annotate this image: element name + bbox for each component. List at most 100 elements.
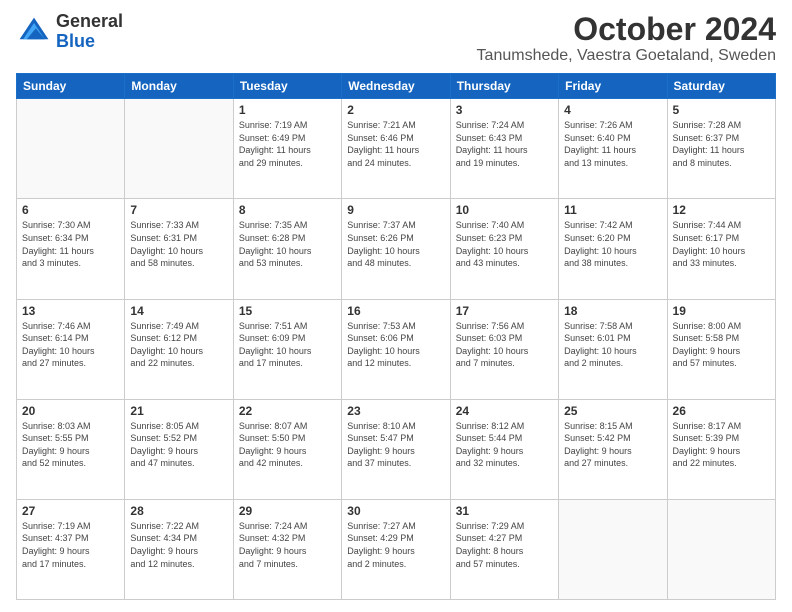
calendar-day-cell: 9Sunrise: 7:37 AM Sunset: 6:26 PM Daylig…: [342, 199, 450, 299]
calendar-week-row: 13 Sunrise: 7:46 AM Sunset: 6:14 PM Dayli…: [17, 299, 776, 399]
day-number: 24: [456, 404, 553, 418]
calendar-day-cell: 28 Sunrise: 7:22 AM Sunset: 4:34 PM Dayli…: [125, 499, 233, 599]
day-detail: Sunrise: 8:10 AM Sunset: 5:47 PM Dayligh…: [347, 420, 444, 470]
day-number: 17: [456, 304, 553, 318]
calendar-day-cell: 20 Sunrise: 8:03 AM Sunset: 5:55 PM Dayli…: [17, 399, 125, 499]
day-number: 6: [22, 203, 119, 217]
day-number: 15: [239, 304, 336, 318]
day-number: 19: [673, 304, 770, 318]
day-number: 31: [456, 504, 553, 518]
day-number: 28: [130, 504, 227, 518]
calendar-day-cell: 16 Sunrise: 7:53 AM Sunset: 6:06 PM Dayli…: [342, 299, 450, 399]
header: General Blue October 2024 Tanumshede, Va…: [16, 12, 776, 65]
day-number: 20: [22, 404, 119, 418]
calendar-day-cell: 17 Sunrise: 7:56 AM Sunset: 6:03 PM Dayli…: [450, 299, 558, 399]
day-detail: Sunrise: 7:40 AM Sunset: 6:23 PM Dayligh…: [456, 219, 553, 269]
day-detail: Sunrise: 8:17 AM Sunset: 5:39 PM Dayligh…: [673, 420, 770, 470]
day-detail: Sunrise: 8:07 AM Sunset: 5:50 PM Dayligh…: [239, 420, 336, 470]
day-detail: Sunrise: 8:05 AM Sunset: 5:52 PM Dayligh…: [130, 420, 227, 470]
calendar-weekday-header: Saturday: [667, 74, 775, 99]
calendar-day-cell: 26 Sunrise: 8:17 AM Sunset: 5:39 PM Dayli…: [667, 399, 775, 499]
day-number: 5: [673, 103, 770, 117]
calendar-day-cell: [667, 499, 775, 599]
calendar-week-row: 20 Sunrise: 8:03 AM Sunset: 5:55 PM Dayli…: [17, 399, 776, 499]
day-detail: Sunrise: 7:29 AM Sunset: 4:27 PM Dayligh…: [456, 520, 553, 570]
day-number: 4: [564, 103, 661, 117]
day-number: 18: [564, 304, 661, 318]
day-detail: Sunrise: 8:15 AM Sunset: 5:42 PM Dayligh…: [564, 420, 661, 470]
day-detail: Sunrise: 7:44 AM Sunset: 6:17 PM Dayligh…: [673, 219, 770, 269]
day-detail: Sunrise: 7:19 AM Sunset: 4:37 PM Dayligh…: [22, 520, 119, 570]
calendar-day-cell: 10 Sunrise: 7:40 AM Sunset: 6:23 PM Dayli…: [450, 199, 558, 299]
calendar-day-cell: 21 Sunrise: 8:05 AM Sunset: 5:52 PM Dayli…: [125, 399, 233, 499]
day-detail: Sunrise: 7:53 AM Sunset: 6:06 PM Dayligh…: [347, 320, 444, 370]
day-detail: Sunrise: 7:24 AM Sunset: 6:43 PM Dayligh…: [456, 119, 553, 169]
calendar-day-cell: 24 Sunrise: 8:12 AM Sunset: 5:44 PM Dayli…: [450, 399, 558, 499]
day-detail: Sunrise: 7:33 AM Sunset: 6:31 PM Dayligh…: [130, 219, 227, 269]
subtitle: Tanumshede, Vaestra Goetaland, Sweden: [477, 47, 776, 65]
calendar-day-cell: 8Sunrise: 7:35 AM Sunset: 6:28 PM Daylig…: [233, 199, 341, 299]
day-number: 3: [456, 103, 553, 117]
calendar-day-cell: [17, 99, 125, 199]
day-detail: Sunrise: 8:12 AM Sunset: 5:44 PM Dayligh…: [456, 420, 553, 470]
day-number: 21: [130, 404, 227, 418]
day-detail: Sunrise: 7:49 AM Sunset: 6:12 PM Dayligh…: [130, 320, 227, 370]
calendar-day-cell: 25 Sunrise: 8:15 AM Sunset: 5:42 PM Dayli…: [559, 399, 667, 499]
day-detail: Sunrise: 7:27 AM Sunset: 4:29 PM Dayligh…: [347, 520, 444, 570]
day-number: 2: [347, 103, 444, 117]
day-detail: Sunrise: 7:19 AM Sunset: 6:49 PM Dayligh…: [239, 119, 336, 169]
day-number: 1: [239, 103, 336, 117]
day-detail: Sunrise: 8:00 AM Sunset: 5:58 PM Dayligh…: [673, 320, 770, 370]
calendar-day-cell: 23 Sunrise: 8:10 AM Sunset: 5:47 PM Dayli…: [342, 399, 450, 499]
day-detail: Sunrise: 7:30 AM Sunset: 6:34 PM Dayligh…: [22, 219, 119, 269]
day-number: 10: [456, 203, 553, 217]
day-detail: Sunrise: 7:21 AM Sunset: 6:46 PM Dayligh…: [347, 119, 444, 169]
calendar-day-cell: 29Sunrise: 7:24 AM Sunset: 4:32 PM Dayli…: [233, 499, 341, 599]
calendar-weekday-header: Wednesday: [342, 74, 450, 99]
calendar-weekday-header: Tuesday: [233, 74, 341, 99]
calendar-day-cell: 6 Sunrise: 7:30 AM Sunset: 6:34 PM Daylig…: [17, 199, 125, 299]
calendar-header-row: SundayMondayTuesdayWednesdayThursdayFrid…: [17, 74, 776, 99]
calendar-day-cell: 7 Sunrise: 7:33 AM Sunset: 6:31 PM Daylig…: [125, 199, 233, 299]
logo-text: General Blue: [56, 12, 123, 52]
calendar-day-cell: 5 Sunrise: 7:28 AM Sunset: 6:37 PM Daylig…: [667, 99, 775, 199]
day-detail: Sunrise: 7:42 AM Sunset: 6:20 PM Dayligh…: [564, 219, 661, 269]
day-number: 27: [22, 504, 119, 518]
calendar-weekday-header: Sunday: [17, 74, 125, 99]
day-detail: Sunrise: 8:03 AM Sunset: 5:55 PM Dayligh…: [22, 420, 119, 470]
day-detail: Sunrise: 7:46 AM Sunset: 6:14 PM Dayligh…: [22, 320, 119, 370]
day-number: 16: [347, 304, 444, 318]
day-detail: Sunrise: 7:58 AM Sunset: 6:01 PM Dayligh…: [564, 320, 661, 370]
day-detail: Sunrise: 7:37 AM Sunset: 6:26 PM Dayligh…: [347, 219, 444, 269]
calendar-week-row: 1 Sunrise: 7:19 AM Sunset: 6:49 PM Daylig…: [17, 99, 776, 199]
day-number: 30: [347, 504, 444, 518]
calendar-day-cell: 15 Sunrise: 7:51 AM Sunset: 6:09 PM Dayli…: [233, 299, 341, 399]
day-number: 22: [239, 404, 336, 418]
calendar-day-cell: 14 Sunrise: 7:49 AM Sunset: 6:12 PM Dayli…: [125, 299, 233, 399]
page: General Blue October 2024 Tanumshede, Va…: [0, 0, 792, 612]
calendar-weekday-header: Monday: [125, 74, 233, 99]
calendar-day-cell: [559, 499, 667, 599]
calendar-week-row: 27 Sunrise: 7:19 AM Sunset: 4:37 PM Dayli…: [17, 499, 776, 599]
day-number: 12: [673, 203, 770, 217]
calendar-day-cell: 2 Sunrise: 7:21 AM Sunset: 6:46 PM Daylig…: [342, 99, 450, 199]
title-section: October 2024 Tanumshede, Vaestra Goetala…: [477, 12, 776, 65]
calendar-weekday-header: Friday: [559, 74, 667, 99]
day-number: 23: [347, 404, 444, 418]
day-detail: Sunrise: 7:24 AM Sunset: 4:32 PM Dayligh…: [239, 520, 336, 570]
calendar-week-row: 6 Sunrise: 7:30 AM Sunset: 6:34 PM Daylig…: [17, 199, 776, 299]
calendar-day-cell: 31 Sunrise: 7:29 AM Sunset: 4:27 PM Dayli…: [450, 499, 558, 599]
day-number: 25: [564, 404, 661, 418]
calendar-day-cell: 30 Sunrise: 7:27 AM Sunset: 4:29 PM Dayli…: [342, 499, 450, 599]
day-number: 8: [239, 203, 336, 217]
day-detail: Sunrise: 7:22 AM Sunset: 4:34 PM Dayligh…: [130, 520, 227, 570]
day-number: 26: [673, 404, 770, 418]
day-number: 7: [130, 203, 227, 217]
day-detail: Sunrise: 7:51 AM Sunset: 6:09 PM Dayligh…: [239, 320, 336, 370]
day-number: 13: [22, 304, 119, 318]
day-detail: Sunrise: 7:56 AM Sunset: 6:03 PM Dayligh…: [456, 320, 553, 370]
calendar-day-cell: 27 Sunrise: 7:19 AM Sunset: 4:37 PM Dayli…: [17, 499, 125, 599]
calendar-day-cell: 3 Sunrise: 7:24 AM Sunset: 6:43 PM Daylig…: [450, 99, 558, 199]
day-number: 14: [130, 304, 227, 318]
day-detail: Sunrise: 7:28 AM Sunset: 6:37 PM Dayligh…: [673, 119, 770, 169]
